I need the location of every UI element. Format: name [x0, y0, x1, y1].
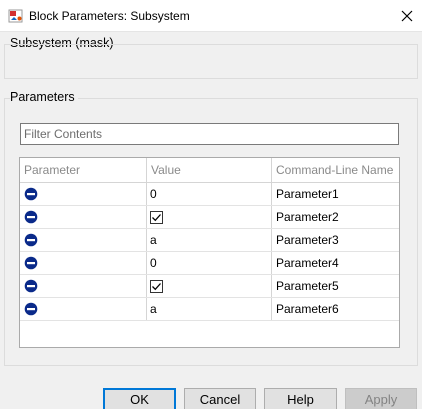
cancel-button[interactable]: Cancel: [184, 388, 256, 409]
command-line-name-cell: Parameter1: [276, 187, 339, 201]
value-checkbox[interactable]: [150, 211, 163, 224]
minus-circle-icon[interactable]: [24, 301, 38, 316]
command-line-name-cell: Parameter5: [276, 279, 339, 293]
table-row[interactable]: 0 Parameter1: [20, 183, 399, 206]
command-line-name-cell: Parameter4: [276, 256, 339, 270]
column-header-command-line-name[interactable]: Command-Line Name: [272, 158, 399, 182]
apply-button: Apply: [345, 388, 417, 409]
command-line-name-cell: Parameter6: [276, 302, 339, 316]
ok-button[interactable]: OK: [103, 388, 176, 409]
value-checkbox-cell[interactable]: [147, 206, 272, 228]
parameters-table: Parameter Value Command-Line Name 0 Param…: [19, 157, 400, 348]
filter-input[interactable]: [20, 123, 399, 145]
checkmark-icon: [152, 214, 161, 222]
parameter-cell: [20, 252, 147, 274]
parameter-cell: [20, 229, 147, 251]
title-bar: Block Parameters: Subsystem: [0, 0, 422, 32]
value-checkbox[interactable]: [150, 280, 163, 293]
column-header-value[interactable]: Value: [147, 158, 272, 182]
mask-description-panel: [4, 44, 418, 79]
table-row[interactable]: Parameter2: [20, 206, 399, 229]
table-row[interactable]: a Parameter6: [20, 298, 399, 321]
minus-circle-icon[interactable]: [24, 278, 38, 293]
minus-circle-icon[interactable]: [24, 232, 38, 247]
close-icon: [401, 10, 413, 22]
help-button[interactable]: Help: [264, 388, 337, 409]
command-line-name-cell: Parameter2: [276, 210, 339, 224]
close-button[interactable]: [392, 0, 422, 32]
minus-circle-icon[interactable]: [24, 186, 38, 201]
simulink-block-icon: [8, 8, 24, 24]
checkmark-icon: [152, 283, 161, 291]
value-field[interactable]: a: [147, 298, 272, 320]
value-field[interactable]: 0: [147, 252, 272, 274]
value-checkbox-cell[interactable]: [147, 275, 272, 297]
window-title: Block Parameters: Subsystem: [29, 9, 190, 23]
table-row[interactable]: Parameter5: [20, 275, 399, 298]
command-line-name-cell: Parameter3: [276, 233, 339, 247]
parameter-cell: [20, 298, 147, 320]
parameter-cell: [20, 206, 147, 228]
table-row[interactable]: a Parameter3: [20, 229, 399, 252]
minus-circle-icon[interactable]: [24, 209, 38, 224]
value-field[interactable]: a: [147, 229, 272, 251]
table-header: Parameter Value Command-Line Name: [20, 158, 399, 183]
table-row[interactable]: 0 Parameter4: [20, 252, 399, 275]
parameter-cell: [20, 183, 147, 205]
parameters-heading: Parameters: [10, 90, 78, 104]
column-header-parameter[interactable]: Parameter: [20, 158, 147, 182]
parameter-cell: [20, 275, 147, 297]
minus-circle-icon[interactable]: [24, 255, 38, 270]
value-field[interactable]: 0: [147, 183, 272, 205]
